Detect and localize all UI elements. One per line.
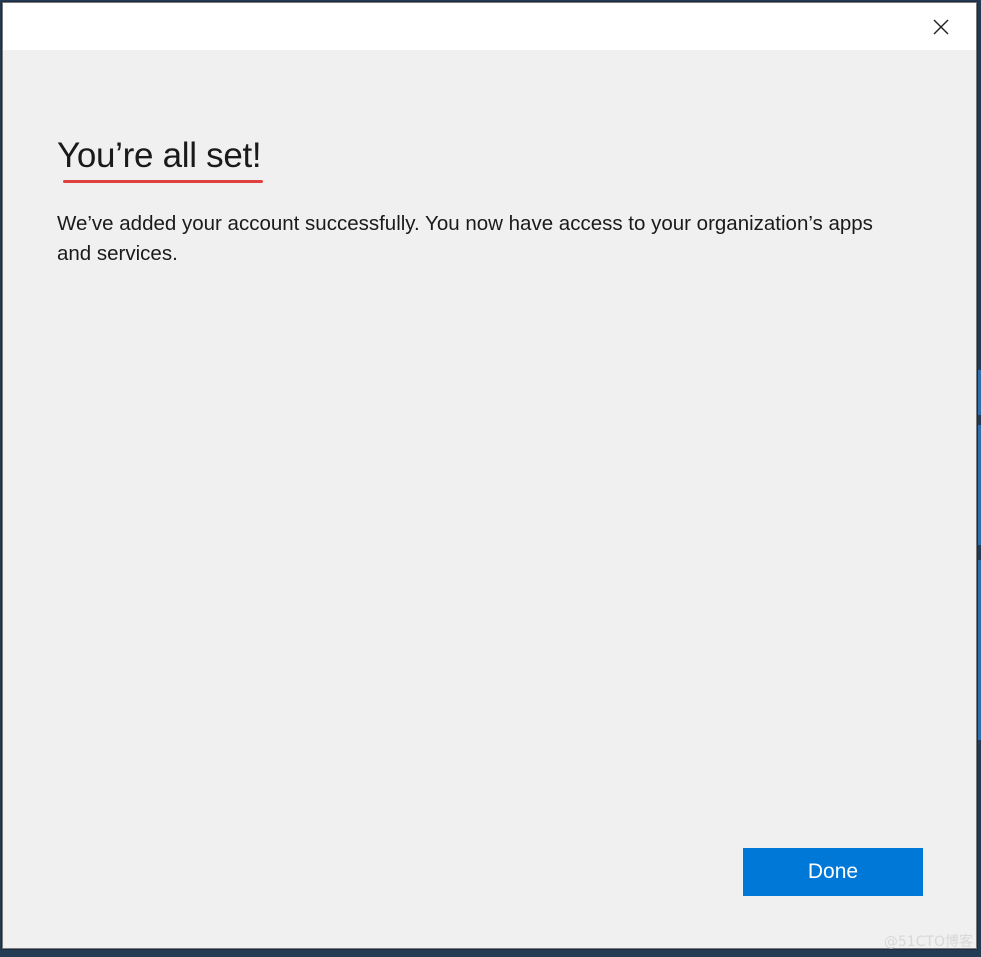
dialog-content: You’re all set! We’ve added your account…: [57, 133, 897, 269]
dialog-window: You’re all set! We’ve added your account…: [2, 2, 977, 949]
close-icon: [933, 19, 949, 35]
desktop-window-edge: [977, 425, 981, 545]
desktop-window-edge: [977, 370, 981, 415]
desktop-window-edge: [977, 560, 981, 740]
heading-annotation-underline: [63, 180, 263, 183]
heading-text: You’re all set!: [57, 136, 262, 175]
done-button[interactable]: Done: [743, 848, 923, 896]
success-message: We’ve added your account successfully. Y…: [57, 212, 873, 265]
watermark-text: @51CTO博客: [883, 934, 973, 950]
close-button[interactable]: [918, 7, 964, 47]
title-bar: [3, 3, 976, 50]
page-title: You’re all set!: [57, 133, 263, 183]
